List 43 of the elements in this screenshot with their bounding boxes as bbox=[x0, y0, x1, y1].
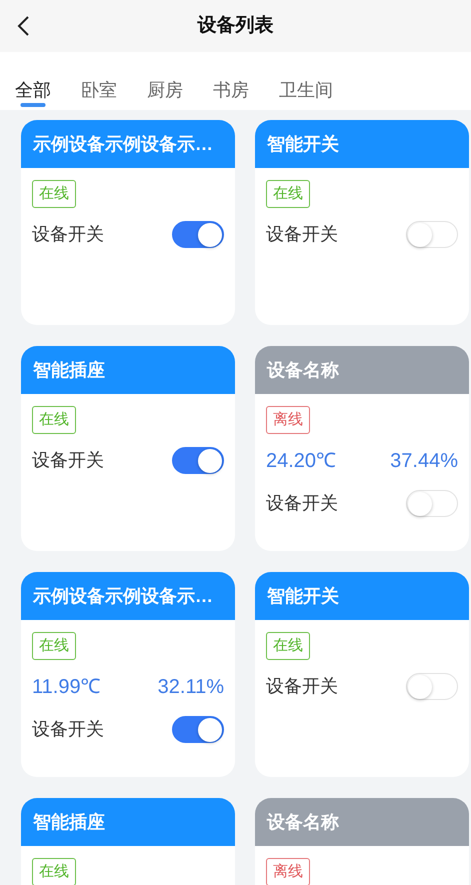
switch-label: 设备开关 bbox=[32, 718, 104, 741]
device-card[interactable]: 示例设备示例设备示… 在线 设备开关 bbox=[21, 120, 235, 325]
device-name: 智能开关 bbox=[267, 584, 339, 608]
toggle-switch[interactable] bbox=[172, 447, 224, 474]
switch-label: 设备开关 bbox=[266, 223, 338, 246]
switch-label: 设备开关 bbox=[266, 675, 338, 698]
status-tag: 在线 bbox=[32, 632, 76, 660]
toggle-switch[interactable] bbox=[172, 221, 224, 248]
switch-label: 设备开关 bbox=[266, 492, 338, 515]
humidity-reading: 37.44% bbox=[390, 449, 458, 474]
device-card[interactable]: 智能插座 在线 设备开关 bbox=[21, 346, 235, 551]
device-name: 智能开关 bbox=[267, 132, 339, 156]
device-name: 智能插座 bbox=[33, 810, 105, 834]
switch-label: 设备开关 bbox=[32, 223, 104, 246]
temperature-reading: 24.20℃ bbox=[266, 449, 336, 474]
status-tag: 在线 bbox=[32, 858, 76, 885]
device-card[interactable]: 智能开关 在线 设备开关 bbox=[255, 120, 469, 325]
page-title: 设备列表 bbox=[198, 14, 274, 38]
back-icon[interactable] bbox=[16, 15, 30, 37]
tab[interactable]: 厨房 bbox=[147, 52, 183, 110]
toggle-switch[interactable] bbox=[172, 716, 224, 743]
status-tag: 在线 bbox=[32, 180, 76, 208]
device-name: 设备名称 bbox=[267, 810, 339, 834]
status-tag: 在线 bbox=[266, 632, 310, 660]
device-card[interactable]: 示例设备示例设备示… 在线 11.99℃ 32.11% 设备开关 bbox=[21, 572, 235, 777]
tab[interactable]: 卧室 bbox=[81, 52, 117, 110]
device-name: 示例设备示例设备示… bbox=[33, 584, 213, 608]
device-name: 智能插座 bbox=[33, 358, 105, 382]
status-tag: 离线 bbox=[266, 406, 310, 434]
device-card[interactable]: 智能开关 在线 设备开关 bbox=[255, 572, 469, 777]
device-name: 示例设备示例设备示… bbox=[33, 132, 213, 156]
device-card[interactable]: 设备名称 离线 24.20℃ 37.44% 设备开关 bbox=[255, 346, 469, 551]
device-card[interactable]: 设备名称 离线 bbox=[255, 798, 469, 885]
tab[interactable]: 全部 bbox=[15, 52, 51, 110]
tab[interactable]: 书房 bbox=[213, 52, 249, 110]
status-tag: 在线 bbox=[32, 406, 76, 434]
humidity-reading: 32.11% bbox=[158, 675, 224, 700]
device-name: 设备名称 bbox=[267, 358, 339, 382]
switch-label: 设备开关 bbox=[32, 449, 104, 472]
tab[interactable]: 卫生间 bbox=[279, 52, 333, 110]
status-tag: 在线 bbox=[266, 180, 310, 208]
status-tag: 离线 bbox=[266, 858, 310, 885]
temperature-reading: 11.99℃ bbox=[32, 675, 101, 700]
